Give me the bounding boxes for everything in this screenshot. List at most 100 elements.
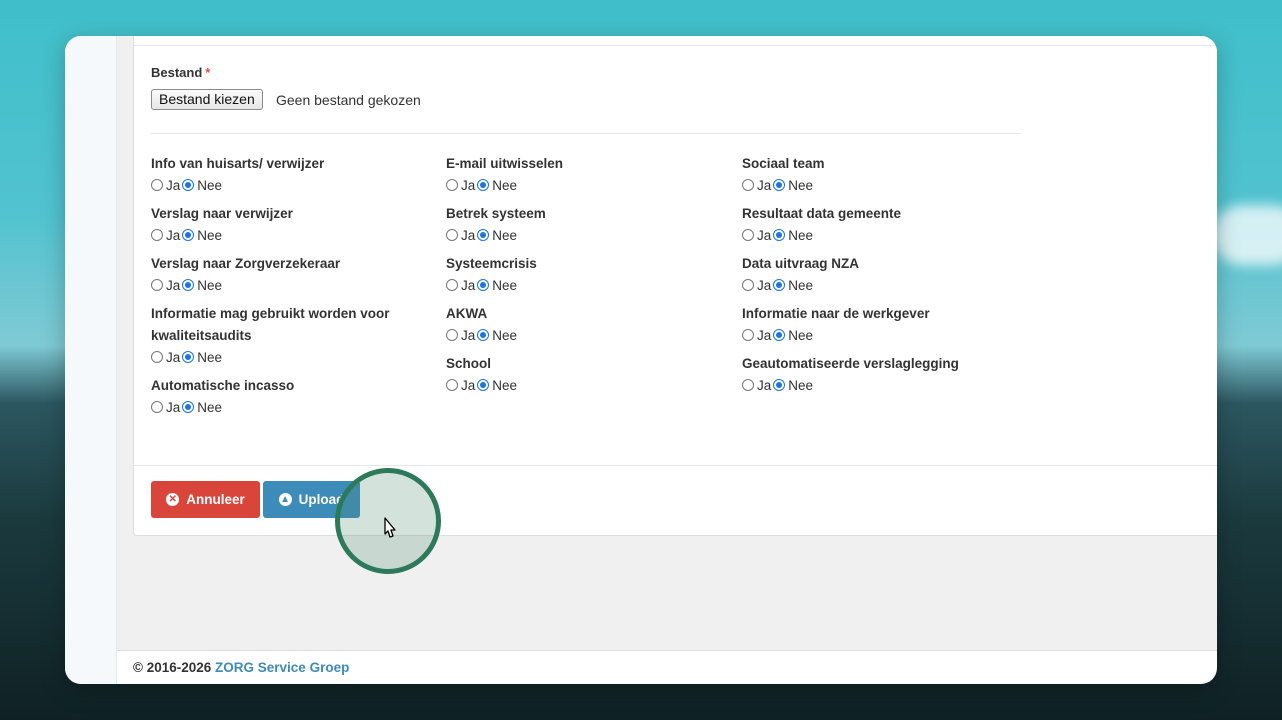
options-column-2: E-mail uitwisselen Ja Nee Betrek systeem Ja N… xyxy=(446,153,726,403)
option-item: Sociaal team Ja Nee xyxy=(742,153,1022,195)
no-radio[interactable] xyxy=(477,179,490,191)
yes-radio-label: Ja xyxy=(757,377,772,393)
yes-radio-label: Ja xyxy=(461,177,476,193)
yes-radio[interactable] xyxy=(446,279,458,291)
yes-radio-label: Ja xyxy=(757,327,772,343)
copyright-text: © 2016-2026 xyxy=(133,660,212,675)
no-radio[interactable] xyxy=(773,179,786,191)
yes-radio[interactable] xyxy=(151,229,163,241)
yes-radio[interactable] xyxy=(446,329,458,341)
no-radio[interactable] xyxy=(477,229,490,241)
radio-group: Ja Nee xyxy=(151,347,431,367)
no-radio[interactable] xyxy=(773,229,786,241)
no-radio[interactable] xyxy=(182,401,195,413)
no-radio[interactable] xyxy=(773,379,786,391)
no-radio-label: Nee xyxy=(788,377,814,393)
radio-group: Ja Nee xyxy=(742,375,1022,395)
yes-radio[interactable] xyxy=(151,401,163,413)
yes-radio[interactable] xyxy=(742,379,754,391)
no-radio[interactable] xyxy=(477,279,490,291)
yes-radio[interactable] xyxy=(446,179,458,191)
yes-radio-label: Ja xyxy=(461,227,476,243)
yes-radio[interactable] xyxy=(151,179,163,191)
yes-radio[interactable] xyxy=(151,351,163,363)
option-item: E-mail uitwisselen Ja Nee xyxy=(446,153,726,195)
radio-group: Ja Nee xyxy=(151,275,431,295)
option-label: Informatie mag gebruikt worden voor kwal… xyxy=(151,306,390,343)
yes-radio-label: Ja xyxy=(166,277,181,293)
yes-radio[interactable] xyxy=(742,279,754,291)
yes-radio[interactable] xyxy=(446,229,458,241)
option-item: AKWA Ja Nee xyxy=(446,303,726,345)
yes-radio-label: Ja xyxy=(757,227,772,243)
no-radio-label: Nee xyxy=(197,177,223,193)
radio-group: Ja Nee xyxy=(446,275,726,295)
yes-radio[interactable] xyxy=(151,279,163,291)
radio-group: Ja Nee xyxy=(742,225,1022,245)
cancel-button[interactable]: ✕ Annuleer xyxy=(151,481,260,518)
yes-radio[interactable] xyxy=(742,329,754,341)
option-label: Betrek systeem xyxy=(446,206,546,221)
radio-group: Ja Nee xyxy=(151,397,431,417)
yes-radio-label: Ja xyxy=(461,277,476,293)
no-radio[interactable] xyxy=(477,329,490,341)
times-circle-icon: ✕ xyxy=(166,493,180,506)
no-radio[interactable] xyxy=(477,379,490,391)
no-radio-label: Nee xyxy=(197,399,223,415)
no-radio-label: Nee xyxy=(788,277,814,293)
option-item: Data uitvraag NZA Ja Nee xyxy=(742,253,1022,295)
file-label-text: Bestand xyxy=(151,65,203,80)
no-radio[interactable] xyxy=(182,279,195,291)
option-label: Resultaat data gemeente xyxy=(742,206,902,221)
yes-radio[interactable] xyxy=(446,379,458,391)
yes-radio-label: Ja xyxy=(757,177,772,193)
choose-file-button[interactable]: Bestand kiezen xyxy=(151,89,263,110)
options-column-1: Info van huisarts/ verwijzer Ja Nee Verslag… xyxy=(151,153,431,425)
option-label: Sociaal team xyxy=(742,156,825,171)
no-radio-label: Nee xyxy=(492,227,518,243)
radio-group: Ja Nee xyxy=(446,225,726,245)
options-column-3: Sociaal team Ja Nee Resultaat data gemeente… xyxy=(742,153,1022,403)
option-label: AKWA xyxy=(446,306,488,321)
yes-radio-label: Ja xyxy=(166,399,181,415)
no-radio[interactable] xyxy=(773,279,786,291)
radio-group: Ja Nee xyxy=(742,325,1022,345)
option-label: Informatie naar de werkgever xyxy=(742,306,930,321)
yes-radio[interactable] xyxy=(742,229,754,241)
radio-group: Ja Nee xyxy=(446,325,726,345)
no-radio[interactable] xyxy=(182,229,195,241)
sidebar xyxy=(65,36,117,684)
browser-window: Bestand * Bestand kiezen Geen bestand gek… xyxy=(65,36,1217,684)
option-label: E-mail uitwisselen xyxy=(446,156,564,171)
radio-group: Ja Nee xyxy=(446,375,726,395)
no-radio[interactable] xyxy=(182,179,195,191)
no-radio-label: Nee xyxy=(197,227,223,243)
upload-form-panel: Bestand * Bestand kiezen Geen bestand gek… xyxy=(133,36,1217,574)
mouse-pointer-icon xyxy=(384,517,396,538)
actions-divider xyxy=(134,465,1217,466)
required-marker: * xyxy=(205,65,211,80)
yes-radio-label: Ja xyxy=(166,177,181,193)
no-radio-label: Nee xyxy=(788,227,814,243)
panel-top-divider xyxy=(134,45,1217,46)
option-item: Informatie naar de werkgever Ja Nee xyxy=(742,303,1022,345)
brand-link[interactable]: ZORG Service Groep xyxy=(215,660,349,675)
arrow-up-circle-icon: ▲ xyxy=(278,493,292,506)
option-item: Verslag naar verwijzer Ja Nee xyxy=(151,203,431,245)
no-radio-label: Nee xyxy=(492,377,518,393)
yes-radio-label: Ja xyxy=(757,277,772,293)
option-label: Verslag naar verwijzer xyxy=(151,206,293,221)
radio-group: Ja Nee xyxy=(446,175,726,195)
option-item: School Ja Nee xyxy=(446,353,726,395)
no-radio-label: Nee xyxy=(788,177,814,193)
option-label: Geautomatiseerde verslaglegging xyxy=(742,356,959,371)
option-label: Verslag naar Zorgverzekeraar xyxy=(151,256,341,271)
yes-radio[interactable] xyxy=(742,179,754,191)
no-radio[interactable] xyxy=(182,351,195,363)
option-label: Systeemcrisis xyxy=(446,256,537,271)
option-item: Geautomatiseerde verslaglegging Ja Nee xyxy=(742,353,1022,395)
file-status-text: Geen bestand gekozen xyxy=(276,92,421,108)
yes-radio-label: Ja xyxy=(166,349,181,365)
yes-radio-label: Ja xyxy=(461,327,476,343)
no-radio[interactable] xyxy=(773,329,786,341)
